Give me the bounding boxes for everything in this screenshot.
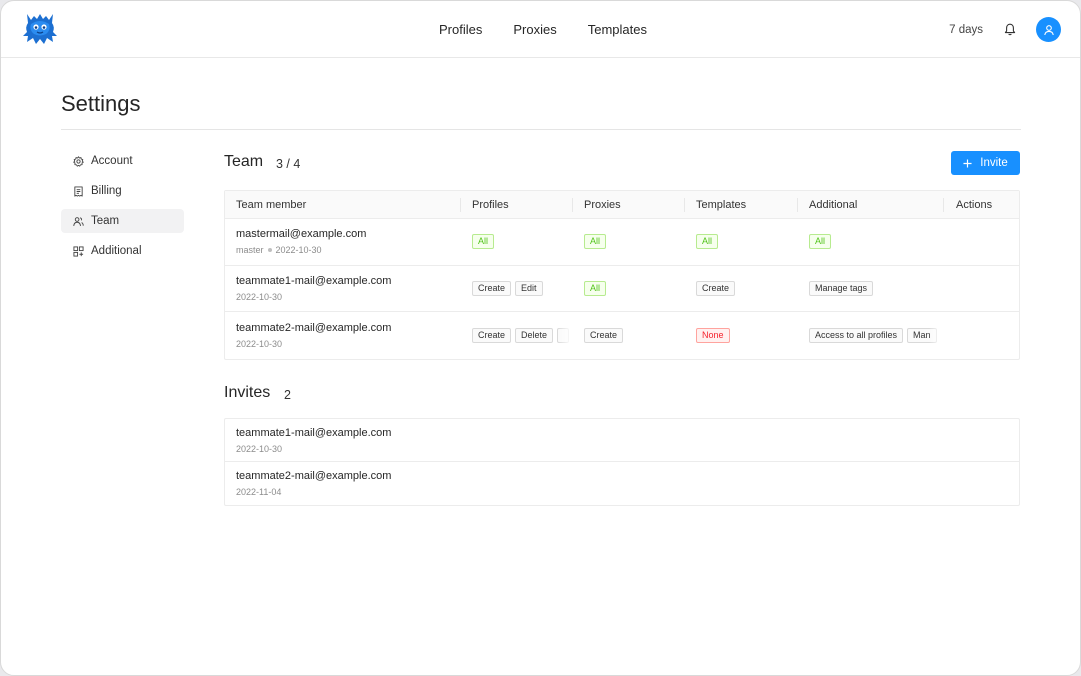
sidebar-item-label: Account: [91, 155, 133, 167]
bell-icon[interactable]: [1003, 23, 1017, 37]
proxies-tag: All: [584, 280, 607, 296]
gear-icon: [73, 155, 84, 167]
proxies-tag: Create: [584, 327, 624, 343]
sidebar-item-label: Billing: [91, 185, 122, 197]
profiles-tag: Edit: [515, 280, 543, 296]
invites-count: 2: [284, 388, 291, 402]
invite-email: teammate2-mail@example.com: [236, 470, 392, 482]
additional-tag: All: [809, 234, 832, 250]
member-email: teammate2-mail@example.com: [236, 321, 392, 334]
column-header-profiles: Profiles: [472, 199, 509, 211]
list-item: teammate2-mail@example.com 2022-11-04: [225, 462, 1019, 505]
invite-email: teammate1-mail@example.com: [236, 426, 392, 439]
plus-icon: [963, 158, 972, 168]
column-header-templates: Templates: [696, 199, 747, 211]
nav-templates[interactable]: Templates: [588, 22, 647, 37]
sidebar-item-account[interactable]: Account: [61, 149, 184, 173]
header-right: 7 days: [949, 1, 1061, 58]
sidebar-item-billing[interactable]: Billing: [61, 179, 184, 203]
list-item: teammate1-mail@example.com 2022-10-30: [225, 419, 1019, 462]
invite-button-label: Invite: [980, 157, 1008, 169]
column-header-additional: Additional: [809, 199, 858, 211]
team-title: Team: [224, 153, 264, 170]
column-header-member: Team member: [236, 199, 307, 211]
receipt-icon: [74, 185, 83, 197]
invite-date: 2022-10-30: [236, 443, 283, 454]
team-table: Team member Profiles Proxies Templates A…: [224, 190, 1020, 360]
title-divider: [61, 129, 1021, 130]
table-row: teammate1-mail@example.com 2022-10-30 Cr…: [225, 266, 1019, 312]
table-header: Team member Profiles Proxies Templates A…: [225, 191, 1019, 219]
profiles-tag: Create: [472, 280, 512, 296]
grid-icon: [73, 245, 84, 257]
settings-sidebar: Account Billing Team Additional: [61, 149, 184, 269]
avatar[interactable]: [1036, 17, 1061, 42]
octopus-logo-icon[interactable]: [19, 10, 61, 48]
invite-button[interactable]: Invite: [951, 151, 1020, 175]
profiles-tag: All: [472, 234, 495, 250]
additional-tag: Manage tags: [809, 280, 874, 296]
sidebar-item-additional[interactable]: Additional: [61, 239, 184, 263]
column-header-proxies: Proxies: [584, 199, 621, 211]
sidebar-item-team[interactable]: Team: [61, 209, 184, 233]
subscription-days: 7 days: [949, 23, 983, 36]
templates-tag: None: [696, 327, 730, 343]
invite-date: 2022-11-04: [236, 487, 282, 497]
nav-profiles[interactable]: Profiles: [439, 22, 482, 37]
member-date: 2022-10-30: [236, 291, 283, 302]
user-icon: [1043, 24, 1054, 35]
sidebar-item-label: Additional: [91, 245, 142, 257]
app-window: Profiles Proxies Templates 7 days Settin…: [0, 0, 1081, 676]
profiles-tag: Delete: [515, 327, 554, 343]
invites-list: teammate1-mail@example.com 2022-10-30 te…: [224, 418, 1020, 506]
sidebar-item-label: Team: [91, 215, 120, 227]
table-row: teammate2-mail@example.com 2022-10-30 Cr…: [225, 312, 1019, 359]
nav-proxies[interactable]: Proxies: [513, 22, 556, 37]
table-row: mastermail@example.com master 2022-10-30…: [225, 219, 1019, 266]
team-count: 3 / 4: [276, 157, 301, 171]
column-header-actions: Actions: [956, 199, 993, 211]
templates-tag: Create: [696, 280, 736, 296]
member-date: 2022-10-30: [275, 245, 322, 256]
team-icon: [73, 216, 84, 226]
member-email: mastermail@example.com: [236, 228, 367, 241]
main-nav: Profiles Proxies Templates: [439, 1, 647, 58]
templates-tag: All: [696, 234, 719, 250]
member-role: master: [236, 245, 264, 256]
top-header: Profiles Proxies Templates 7 days: [1, 1, 1080, 58]
invites-title: Invites: [224, 384, 271, 401]
proxies-tag: All: [584, 234, 607, 250]
profiles-tag: Create: [472, 327, 512, 343]
member-email: teammate1-mail@example.com: [236, 274, 392, 287]
member-date: 2022-10-30: [236, 338, 283, 349]
additional-tag: Access to all profiles: [809, 327, 904, 343]
page-title: Settings: [61, 91, 141, 116]
